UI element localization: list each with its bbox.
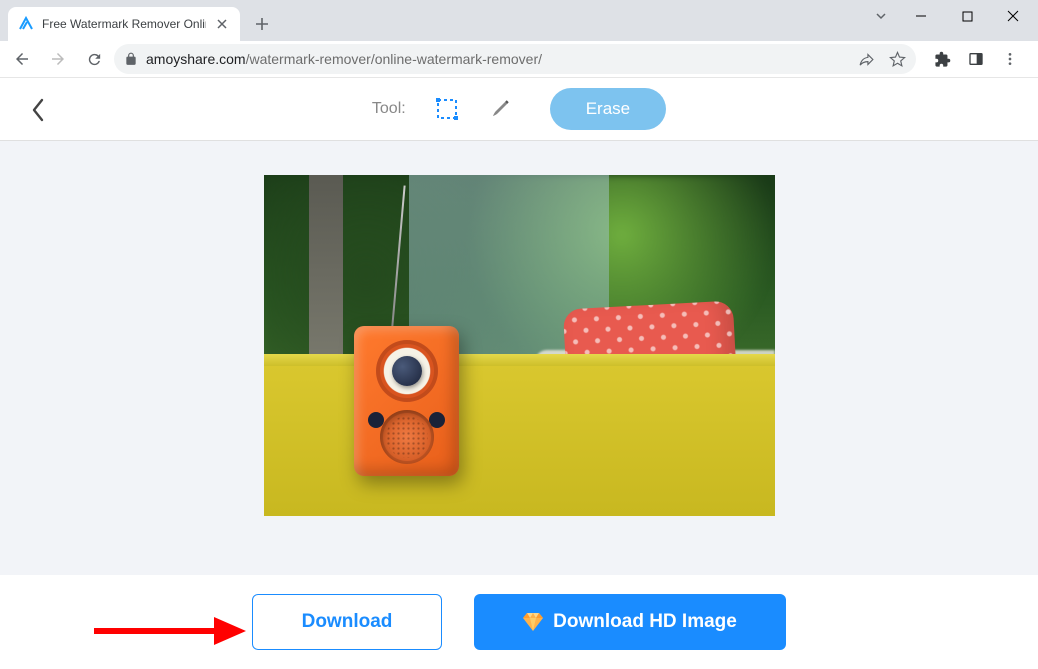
forward-button[interactable]	[42, 44, 74, 74]
download-button[interactable]: Download	[252, 594, 442, 650]
brush-tool-icon[interactable]	[482, 92, 516, 126]
share-icon[interactable]	[858, 51, 875, 68]
close-window-button[interactable]	[990, 1, 1036, 31]
tab-title: Free Watermark Remover Online	[42, 17, 206, 31]
download-hd-label: Download HD Image	[553, 611, 737, 633]
app-toolbar: Tool: Erase	[0, 78, 1038, 141]
browser-tab[interactable]: Free Watermark Remover Online	[8, 7, 240, 41]
minimize-button[interactable]	[898, 1, 944, 31]
selection-tool-icon[interactable]	[430, 92, 464, 126]
site-favicon	[18, 16, 34, 32]
browser-right-icons	[920, 44, 1032, 74]
diamond-icon	[523, 613, 543, 631]
url-text: amoyshare.com/watermark-remover/online-w…	[146, 51, 850, 67]
address-bar: amoyshare.com/watermark-remover/online-w…	[0, 41, 1038, 78]
annotation-arrow	[86, 611, 246, 651]
bottom-actions: Download Download HD Image	[0, 575, 1038, 669]
browser-titlebar: Free Watermark Remover Online	[0, 0, 1038, 41]
app-back-button[interactable]	[30, 78, 46, 141]
lock-icon	[124, 52, 138, 66]
maximize-button[interactable]	[944, 1, 990, 31]
edited-image[interactable]	[264, 175, 775, 516]
reload-button[interactable]	[78, 44, 110, 74]
side-panel-icon[interactable]	[960, 44, 992, 74]
extensions-icon[interactable]	[926, 44, 958, 74]
erase-button[interactable]: Erase	[550, 88, 666, 130]
new-tab-button[interactable]	[248, 10, 276, 38]
close-tab-icon[interactable]	[214, 16, 230, 32]
download-hd-button[interactable]: Download HD Image	[474, 594, 786, 650]
canvas-area	[0, 141, 1038, 575]
window-controls	[864, 0, 1036, 32]
back-button[interactable]	[6, 44, 38, 74]
tool-label: Tool:	[372, 100, 406, 118]
bookmark-star-icon[interactable]	[889, 51, 906, 68]
menu-dots-icon[interactable]	[994, 44, 1026, 74]
chevron-down-icon[interactable]	[864, 9, 898, 23]
url-bar[interactable]: amoyshare.com/watermark-remover/online-w…	[114, 44, 916, 74]
